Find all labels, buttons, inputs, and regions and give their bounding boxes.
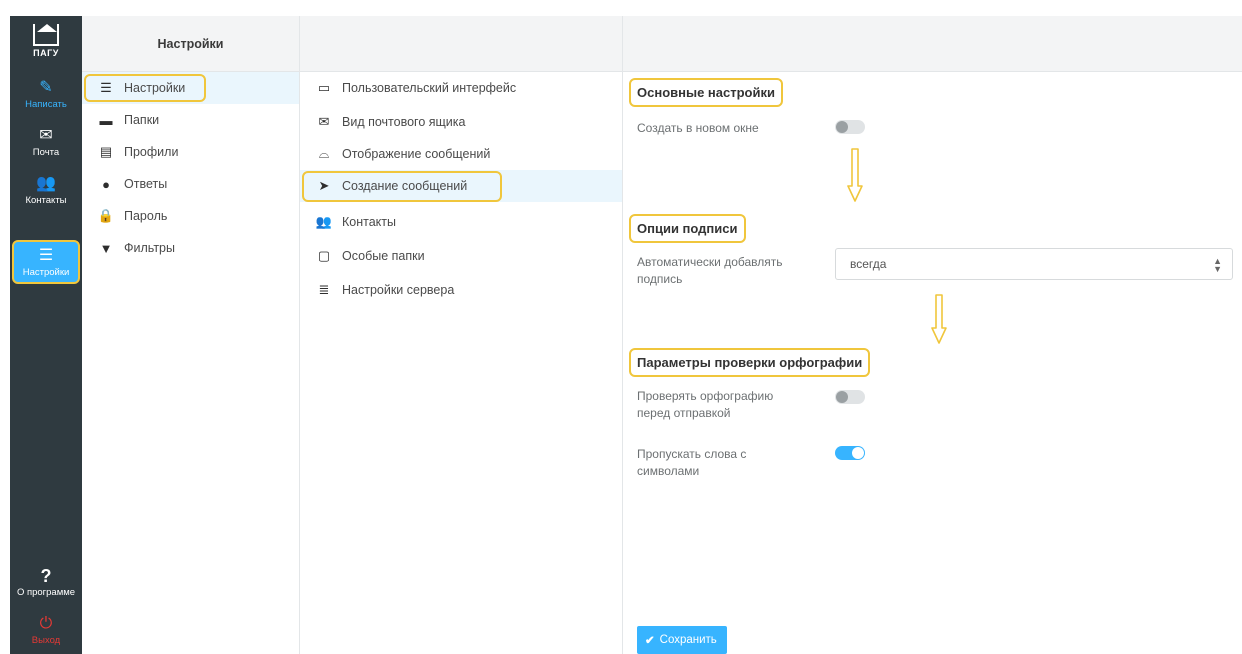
sections-header — [300, 16, 622, 72]
section-label: Пользовательский интерфейс — [342, 81, 517, 95]
taskbar-logout-button[interactable]: ⏻ Выход — [10, 608, 82, 652]
category-item-settings[interactable]: ☰ Настройки — [82, 72, 299, 104]
taskbar-mail-label: Почта — [32, 146, 60, 158]
category-label: Профили — [124, 145, 179, 159]
section-label: Особые папки — [342, 249, 425, 263]
users-icon: 👥 — [36, 174, 56, 192]
taskbar-compose-button[interactable]: ✎ Написать — [10, 72, 82, 116]
logo-text: ПАГУ — [33, 48, 59, 58]
sliders-icon: ☰ — [38, 246, 54, 264]
taskbar-about-button[interactable]: ? О программе — [10, 560, 82, 604]
section-title-signature: Опции подписи — [629, 214, 746, 243]
taskbar-contacts-button[interactable]: 👥 Контакты — [10, 168, 82, 212]
category-item-filters[interactable]: ▼ Фильтры — [82, 232, 299, 264]
section-label: Настройки сервера — [342, 283, 455, 297]
auto-signature-label: Автоматически добавлять подпись — [637, 255, 783, 286]
monitor-icon: ▭ — [317, 80, 331, 95]
mail-app-window: ПАГУ ✎ Написать ✉ Почта 👥 Контакты ☰ Нас… — [10, 16, 1242, 654]
save-button[interactable]: ✔ Сохранить — [637, 626, 727, 654]
question-icon: ? — [40, 565, 52, 586]
settings-categories-panel: Настройки ☰ Настройки ▬ Папки ▤ Профили … — [82, 16, 300, 654]
section-item-contacts[interactable]: 👥 Контакты — [300, 206, 622, 238]
section-item-special-folders[interactable]: ▢ Особые папки — [300, 240, 622, 272]
section-item-ui[interactable]: ▭ Пользовательский интерфейс — [300, 72, 622, 104]
toggle-knob — [852, 447, 864, 459]
section-title-spellcheck: Параметры проверки орфографии — [629, 348, 871, 377]
highlight-frame — [84, 74, 206, 102]
taskbar-compose-label: Написать — [25, 98, 67, 110]
section-item-message-display[interactable]: ⌓ Отображение сообщений — [300, 138, 622, 170]
category-label: Папки — [124, 113, 160, 127]
skip-symbols-label: Пропускать слова с символами — [637, 447, 747, 478]
taskbar-settings-button[interactable]: ☰ Настройки — [12, 240, 80, 284]
comment-icon: ● — [102, 176, 110, 192]
skip-symbols-toggle[interactable] — [835, 446, 865, 460]
save-label: Сохранить — [659, 634, 717, 646]
envelope-outline-icon: ✉ — [318, 114, 330, 129]
toggle-knob — [836, 391, 848, 403]
new-window-toggle[interactable] — [835, 120, 865, 134]
toggle-knob — [836, 121, 848, 133]
id-card-icon: ▤ — [99, 144, 113, 159]
taskbar-settings-label: Настройки — [22, 266, 70, 278]
section-item-composing[interactable]: ➤ Создание сообщений — [300, 170, 622, 202]
highlight-frame — [302, 171, 502, 202]
check-icon: ✔ — [645, 635, 655, 647]
category-item-responses[interactable]: ● Ответы — [82, 168, 299, 200]
category-label: Пароль — [124, 209, 168, 223]
down-arrow-icon — [847, 148, 863, 202]
auto-signature-select[interactable]: всегда ▲ ▼ — [835, 248, 1233, 280]
settings-form: Основные настройки Создать в новом окне … — [623, 16, 1242, 654]
section-title-basic: Основные настройки — [629, 78, 783, 107]
form-header — [623, 16, 1242, 72]
spellcheck-before-send-label: Проверять орфографию перед отправкой — [637, 389, 774, 420]
settings-sections-panel: ▭ Пользовательский интерфейс ✉ Вид почто… — [300, 16, 623, 654]
category-item-profiles[interactable]: ▤ Профили — [82, 136, 299, 168]
section-label: Отображение сообщений — [342, 147, 491, 161]
inbox-icon: ⌓ — [318, 146, 330, 161]
category-label: Фильтры — [124, 241, 175, 255]
section-item-server-settings[interactable]: ≣ Настройки сервера — [300, 274, 622, 306]
filter-icon: ▼ — [99, 240, 113, 256]
taskbar-about-label: О программе — [16, 586, 76, 598]
section-item-mailbox-view[interactable]: ✉ Вид почтового ящика — [300, 106, 622, 138]
panel-title: Настройки — [82, 16, 299, 72]
pencil-square-icon: ✎ — [39, 78, 53, 96]
new-window-label: Создать в новом окне — [637, 121, 759, 135]
building-icon — [33, 24, 59, 46]
taskbar-logout-label: Выход — [31, 634, 61, 646]
section-label: Вид почтового ящика — [342, 115, 466, 129]
down-arrow-icon — [931, 294, 947, 344]
folder-icon: ▬ — [99, 112, 113, 128]
envelope-icon: ✉ — [39, 126, 53, 144]
lock-icon: 🔒 — [97, 208, 115, 223]
spellcheck-before-send-toggle[interactable] — [835, 390, 865, 404]
taskbar-mail-button[interactable]: ✉ Почта — [10, 120, 82, 164]
category-item-password[interactable]: 🔒 Пароль — [82, 200, 299, 232]
users-icon: 👥 — [315, 214, 333, 229]
server-icon: ≣ — [318, 282, 330, 297]
category-label: Ответы — [124, 177, 168, 191]
section-label: Контакты — [342, 215, 396, 229]
select-caret-icon: ▲ ▼ — [1213, 256, 1222, 274]
category-item-folders[interactable]: ▬ Папки — [82, 104, 299, 136]
logo: ПАГУ — [10, 16, 82, 66]
folder-outline-icon: ▢ — [317, 248, 331, 263]
taskbar: ПАГУ ✎ Написать ✉ Почта 👥 Контакты ☰ Нас… — [10, 16, 82, 654]
power-icon: ⏻ — [39, 614, 53, 632]
auto-signature-value: всегда — [850, 257, 887, 271]
taskbar-contacts-label: Контакты — [25, 194, 67, 206]
cropped-top-text — [0, 0, 1242, 16]
